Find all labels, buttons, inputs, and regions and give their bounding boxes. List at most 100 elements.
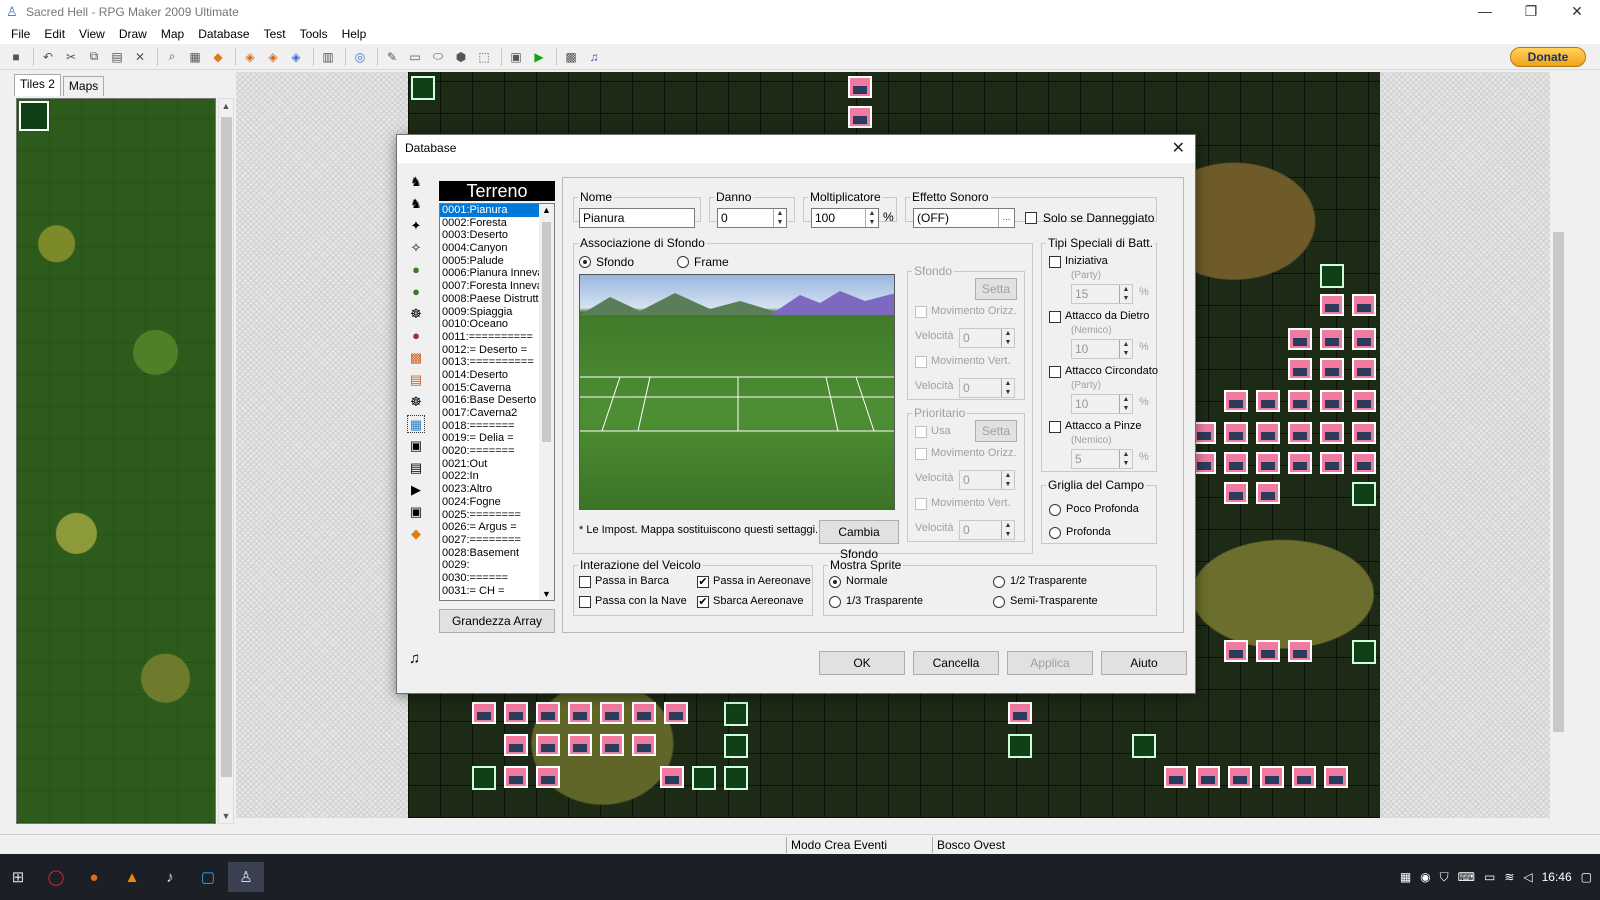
spinner-arrows-icon[interactable]: ▲ ▼	[1001, 521, 1014, 539]
list-item[interactable]: 0007:Foresta Innevata	[440, 280, 540, 293]
new-project-icon[interactable]: ■	[6, 47, 26, 67]
scroll-down-icon[interactable]: ▼	[539, 589, 554, 599]
items-icon[interactable]: ✧	[407, 239, 425, 257]
map-event[interactable]	[1008, 734, 1032, 758]
clock[interactable]: 16:46	[1542, 870, 1572, 884]
menu-map[interactable]: Map	[154, 27, 191, 41]
radio-third-transparent[interactable]	[829, 596, 841, 608]
map-event[interactable]	[504, 702, 528, 724]
spinner-arrows-icon[interactable]: ▲ ▼	[1001, 329, 1014, 347]
map-event[interactable]	[1224, 422, 1248, 444]
copy-icon[interactable]: ⧉	[84, 47, 104, 67]
map-event[interactable]	[504, 734, 528, 756]
browse-sound-button[interactable]: ...	[998, 209, 1014, 227]
map-event[interactable]	[1352, 328, 1376, 350]
tray-chat-icon[interactable]: ◉	[1420, 870, 1430, 884]
terrain-list[interactable]: 0001:Pianura 0002:Foresta 0003:Deserto 0004…	[439, 203, 555, 601]
list-scrollbar[interactable]: ▲ ▼	[539, 204, 554, 600]
map-event[interactable]	[536, 734, 560, 756]
enemies-icon[interactable]: ●	[407, 261, 425, 279]
dialog-close-button[interactable]: ✕	[1172, 138, 1185, 158]
tileset-scrollbar[interactable]: ▲ ▼	[218, 98, 234, 824]
surround-input[interactable]: 10 ▲ ▼	[1071, 394, 1133, 414]
list-item[interactable]: 0001:Pianura	[440, 204, 540, 217]
rpg-maker-taskbar-icon[interactable]: ♙	[228, 862, 264, 892]
select-icon[interactable]: ⬚	[474, 47, 494, 67]
list-item[interactable]: 0024:Fogne	[440, 496, 540, 509]
radio-deep[interactable]	[1049, 527, 1061, 539]
map-event[interactable]	[568, 734, 592, 756]
restore-button[interactable]: ❐	[1508, 0, 1554, 24]
map-event[interactable]	[1288, 358, 1312, 380]
actors-icon[interactable]: ♞	[407, 173, 425, 191]
list-item[interactable]: 0012:= Deserto =	[440, 344, 540, 357]
cancel-button[interactable]: Cancella	[913, 651, 999, 675]
start-icon[interactable]: ⊞	[0, 862, 36, 892]
app-fox-icon[interactable]: ●	[76, 862, 112, 892]
only-if-damaged-checkbox[interactable]	[1025, 212, 1037, 224]
spinner-arrows-icon[interactable]: ▲ ▼	[1001, 379, 1014, 397]
map-event[interactable]	[1288, 328, 1312, 350]
map-event[interactable]	[724, 702, 748, 726]
list-item[interactable]: 0011:==========	[440, 331, 540, 344]
map-event[interactable]	[1292, 766, 1316, 788]
map-event[interactable]	[504, 766, 528, 788]
music-icon[interactable]: ♫	[584, 47, 604, 67]
spinner-arrows-icon[interactable]: ▲ ▼	[1001, 471, 1014, 489]
music-note-icon[interactable]: ♫	[409, 650, 420, 667]
map-event[interactable]	[1288, 452, 1312, 474]
map-event[interactable]	[1352, 640, 1376, 664]
map-event[interactable]	[1008, 702, 1032, 724]
list-item[interactable]: 0014:Deserto	[440, 369, 540, 382]
damage-input[interactable]: 0 ▲ ▼	[717, 208, 787, 228]
map-event[interactable]	[1132, 734, 1156, 758]
apply-button[interactable]: Applica	[1007, 651, 1093, 675]
map-event[interactable]	[660, 766, 684, 788]
database-icon[interactable]: ▣	[506, 47, 526, 67]
cube-icon[interactable]: ◆	[208, 47, 228, 67]
spinner-arrows-icon[interactable]: ▲ ▼	[773, 209, 786, 227]
terrain-icon[interactable]: ▦	[407, 415, 425, 433]
map-event[interactable]	[1228, 766, 1252, 788]
priority-set-button[interactable]: Setta	[975, 420, 1017, 442]
map-event[interactable]	[1352, 358, 1376, 380]
ok-button[interactable]: OK	[819, 651, 905, 675]
map-event[interactable]	[1320, 390, 1344, 412]
map-event[interactable]	[664, 702, 688, 724]
priority-use-checkbox[interactable]	[915, 426, 927, 438]
notifications-icon[interactable]: ▢	[1581, 870, 1592, 884]
multiplier-input[interactable]: 100 ▲ ▼	[811, 208, 879, 228]
map-event[interactable]	[1256, 422, 1280, 444]
list-item[interactable]: 0010:Oceano	[440, 318, 540, 331]
rectangle-icon[interactable]: ▭	[405, 47, 425, 67]
search-icon[interactable]: ⌕	[162, 47, 182, 67]
tray-keyboard-icon[interactable]: ⌨	[1458, 870, 1475, 884]
map-properties-icon[interactable]: ◎	[350, 47, 370, 67]
map-event[interactable]	[1224, 482, 1248, 504]
priority-speed1-input[interactable]: 0 ▲ ▼	[959, 470, 1015, 490]
photoshop-icon[interactable]: ▢	[190, 862, 226, 892]
name-input[interactable]: Pianura	[579, 208, 695, 228]
map-event[interactable]	[1352, 452, 1376, 474]
map-event[interactable]	[472, 766, 496, 790]
pass-airship-checkbox[interactable]: ✔	[697, 576, 709, 588]
radio-semi-transparent[interactable]	[993, 596, 1005, 608]
vocabulary-icon[interactable]: ▣	[407, 437, 425, 455]
scroll-up-icon[interactable]: ▲	[539, 205, 554, 215]
sfondo-h-move-checkbox[interactable]	[915, 306, 927, 318]
list-item[interactable]: 0015:Caverna	[440, 382, 540, 395]
back-attack-input[interactable]: 10 ▲ ▼	[1071, 339, 1133, 359]
scroll-up-icon[interactable]: ▲	[219, 101, 233, 111]
map-event[interactable]	[411, 76, 435, 100]
list-item[interactable]: 0018:=======	[440, 420, 540, 433]
sfondo-set-button[interactable]: Setta	[975, 278, 1017, 300]
tilesets-icon[interactable]: ☸	[407, 393, 425, 411]
spinner-arrows-icon[interactable]: ▲ ▼	[1119, 450, 1132, 468]
event-layer-icon[interactable]: ◈	[286, 47, 306, 67]
map-event[interactable]	[848, 76, 872, 98]
animations-icon[interactable]: ▩	[407, 349, 425, 367]
surround-checkbox[interactable]	[1049, 366, 1061, 378]
list-item[interactable]: 0013:==========	[440, 356, 540, 369]
donate-button[interactable]: Donate	[1510, 47, 1586, 67]
switches-icon[interactable]: ▣	[407, 503, 425, 521]
